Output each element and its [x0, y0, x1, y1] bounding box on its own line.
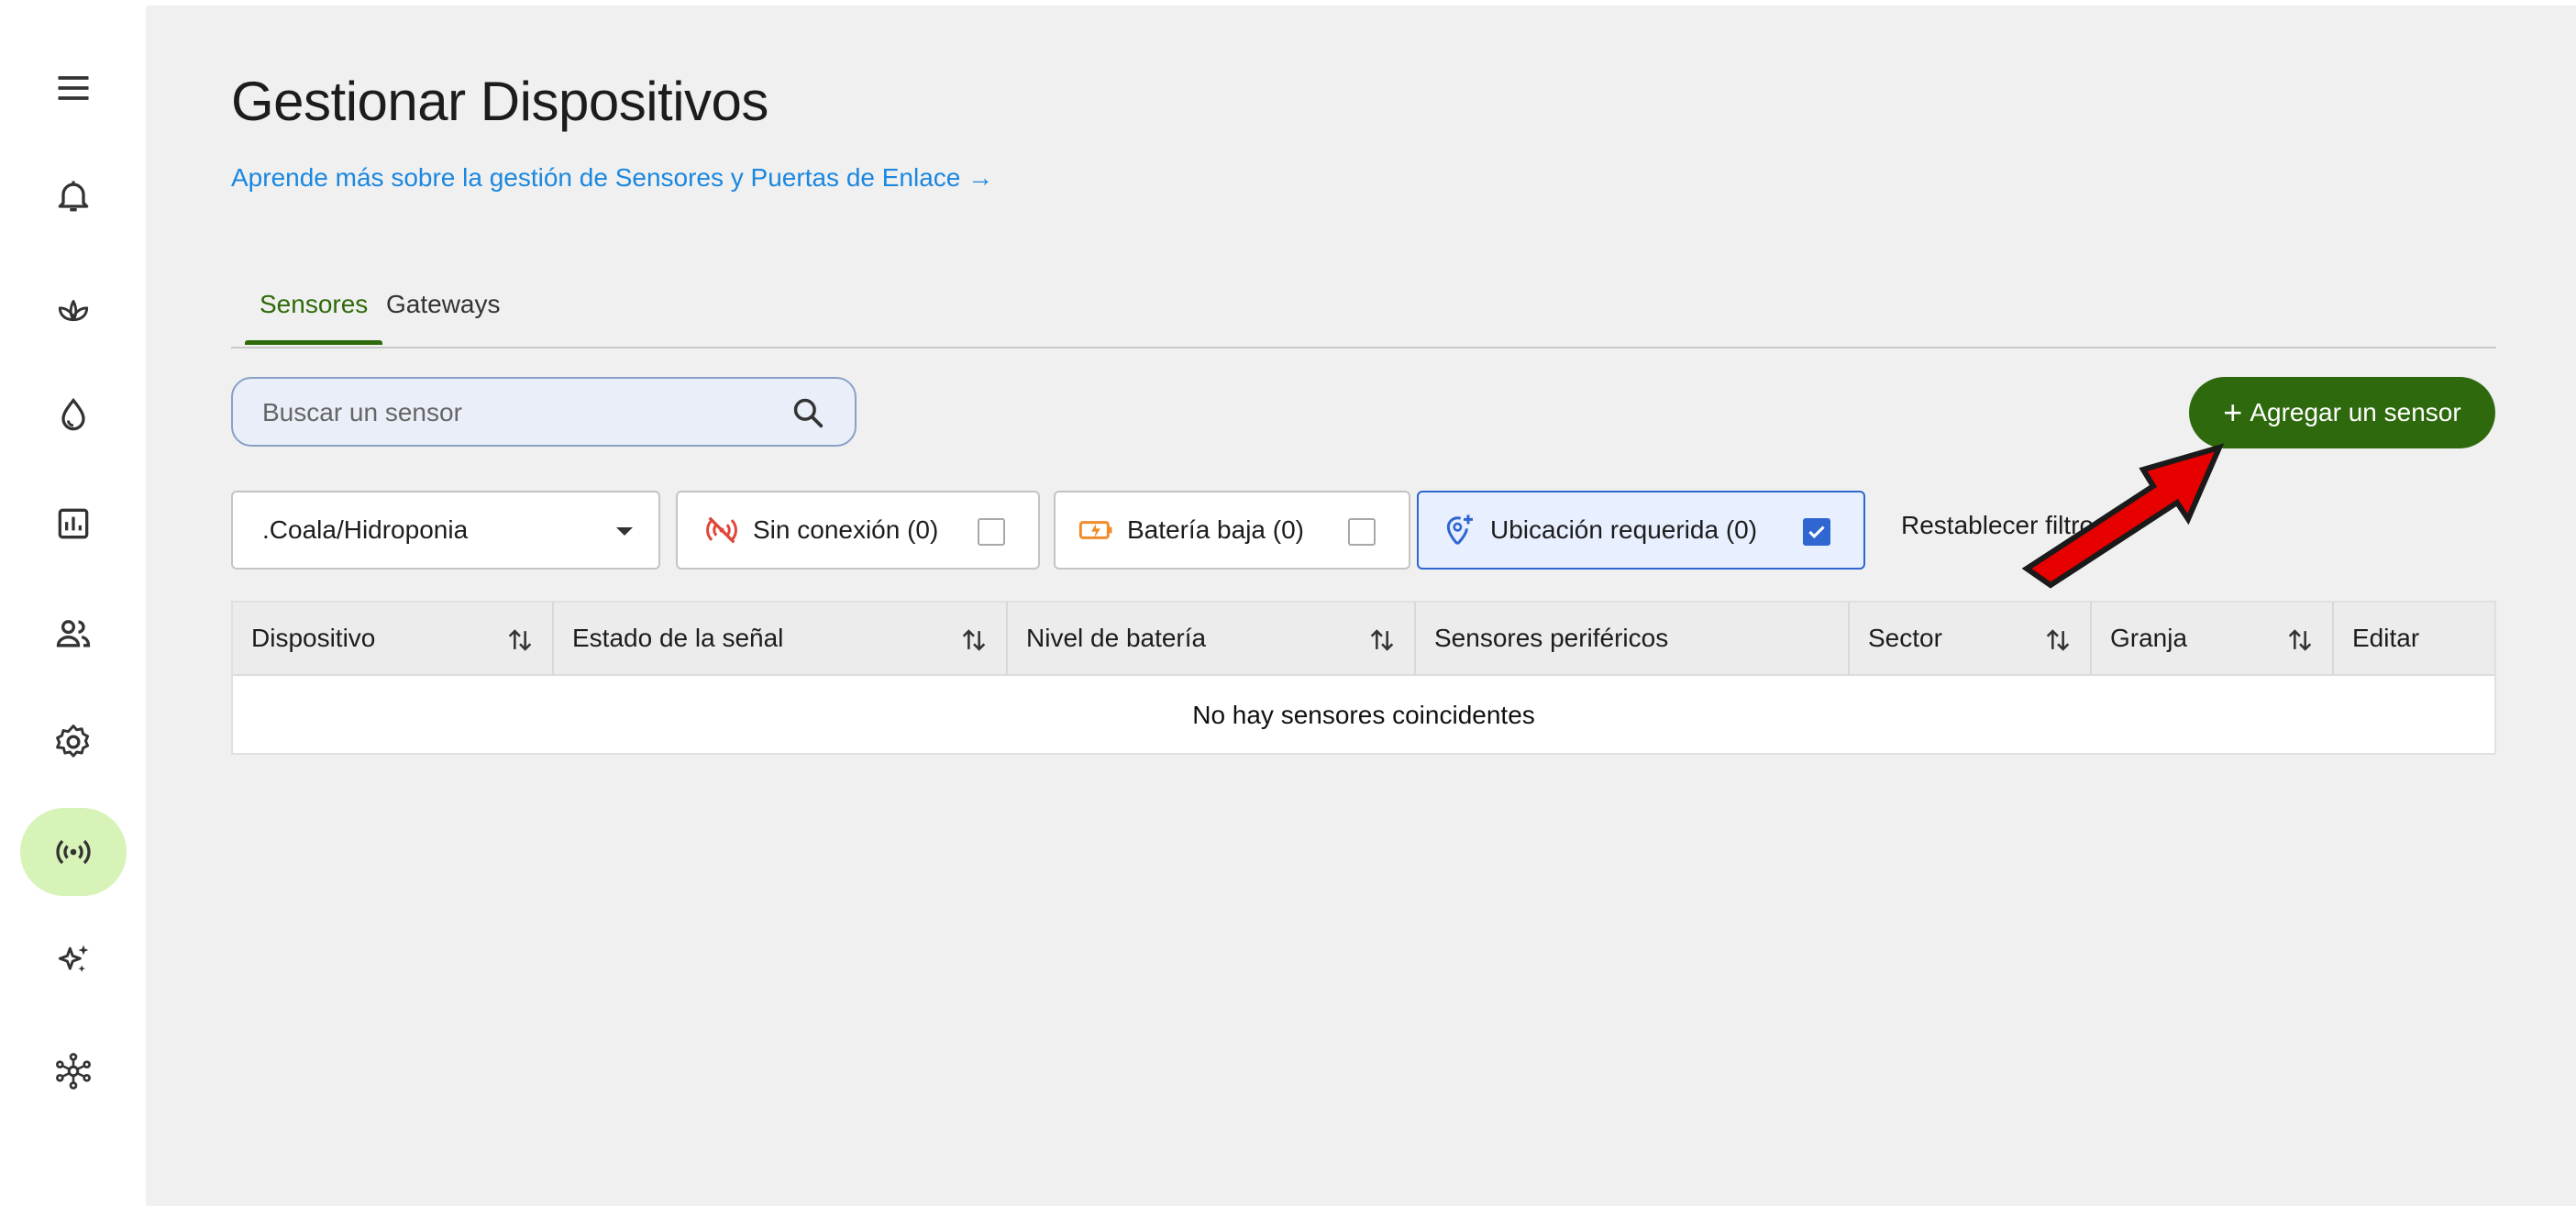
search-input[interactable]: [260, 379, 778, 447]
no-signal-icon: [706, 516, 737, 544]
checkmark-icon: [1808, 526, 1825, 539]
column-header-editar: Editar: [2334, 603, 2494, 674]
column-header-dispositivo[interactable]: Dispositivo: [233, 603, 554, 674]
tab-sensores[interactable]: Sensores: [245, 288, 383, 345]
users-icon: [56, 620, 91, 647]
sparkle-icon: [58, 945, 89, 972]
column-label: Estado de la señal: [572, 624, 784, 652]
learn-more-link[interactable]: Aprende más sobre la gestión de Sensores…: [231, 163, 993, 193]
tab-bar: Sensores Gateways: [231, 275, 2496, 349]
menu-icon: [58, 76, 89, 100]
page-title: Gestionar Dispositivos: [231, 71, 768, 132]
sensors-table: Dispositivo Estado de la señal Nivel de …: [231, 601, 2496, 755]
farm-select[interactable]: .Coala/Hidroponia: [231, 491, 660, 570]
plus-icon: +: [2223, 393, 2243, 431]
low-battery-icon: [1078, 521, 1112, 539]
empty-state-message: No hay sensores coincidentes: [1192, 701, 1535, 729]
sidebar-item-crops[interactable]: [20, 262, 127, 350]
sidebar-item-alerts[interactable]: [20, 152, 127, 240]
column-label: Dispositivo: [251, 624, 376, 652]
column-label: Editar: [2352, 624, 2420, 652]
sidebar: [0, 0, 146, 1206]
sort-icon[interactable]: [504, 625, 536, 656]
filter-low-battery-label: Batería baja (0): [1127, 515, 1304, 544]
add-sensor-label: Agregar un sensor: [2250, 398, 2461, 426]
sort-icon[interactable]: [958, 625, 989, 656]
filter-offline-checkbox[interactable]: [978, 518, 1005, 546]
filter-location-label: Ubicación requerida (0): [1490, 515, 1758, 544]
menu-button[interactable]: [20, 44, 127, 132]
annotation-arrow-icon: [2021, 443, 2225, 589]
bar-chart-icon: [58, 508, 89, 539]
column-label: Granja: [2110, 624, 2188, 652]
column-header-nivel-bateria[interactable]: Nivel de batería: [1008, 603, 1416, 674]
column-label: Sensores periféricos: [1434, 624, 1669, 652]
sidebar-item-team[interactable]: [20, 590, 127, 678]
filter-location-checkbox[interactable]: [1803, 518, 1830, 546]
tab-gateways[interactable]: Gateways: [371, 288, 515, 345]
column-header-granja[interactable]: Granja: [2092, 603, 2334, 674]
filter-low-battery-checkbox[interactable]: [1348, 518, 1376, 546]
table-header: Dispositivo Estado de la señal Nivel de …: [233, 603, 2494, 676]
sidebar-item-reports[interactable]: [20, 480, 127, 568]
add-location-icon: [1446, 514, 1473, 546]
add-sensor-button[interactable]: + Agregar un sensor: [2189, 377, 2495, 448]
sidebar-item-ai[interactable]: [20, 916, 127, 1004]
sort-icon[interactable]: [2284, 625, 2316, 656]
bell-icon: [58, 181, 89, 212]
chevron-down-icon: [616, 527, 633, 536]
sort-icon[interactable]: [2042, 625, 2073, 656]
search-box: [231, 377, 857, 447]
gear-icon: [56, 725, 90, 758]
search-icon[interactable]: [790, 395, 825, 430]
sidebar-item-devices[interactable]: [20, 808, 127, 896]
filter-low-battery[interactable]: Batería baja (0): [1054, 491, 1410, 570]
sidebar-item-integrations[interactable]: [20, 1027, 127, 1115]
column-header-sensores-perifericos: Sensores periféricos: [1416, 603, 1850, 674]
plant-icon: [58, 300, 89, 322]
sidebar-item-irrigation[interactable]: [20, 371, 127, 459]
water-drop-icon: [61, 397, 85, 431]
filter-location-required[interactable]: Ubicación requerida (0): [1417, 491, 1865, 570]
sidebar-item-settings[interactable]: [20, 698, 127, 786]
broadcast-icon: [56, 839, 91, 865]
sort-icon[interactable]: [1366, 625, 1398, 656]
column-header-estado-senal[interactable]: Estado de la señal: [554, 603, 1008, 674]
column-header-sector[interactable]: Sector: [1850, 603, 2092, 674]
filter-offline[interactable]: Sin conexión (0): [676, 491, 1040, 570]
main-content: Gestionar Dispositivos Aprende más sobre…: [146, 0, 2576, 1206]
filter-offline-label: Sin conexión (0): [753, 515, 939, 544]
column-label: Nivel de batería: [1026, 624, 1207, 652]
network-icon: [56, 1053, 91, 1090]
farm-select-value: .Coala/Hidroponia: [262, 515, 469, 544]
column-label: Sector: [1868, 624, 1942, 652]
